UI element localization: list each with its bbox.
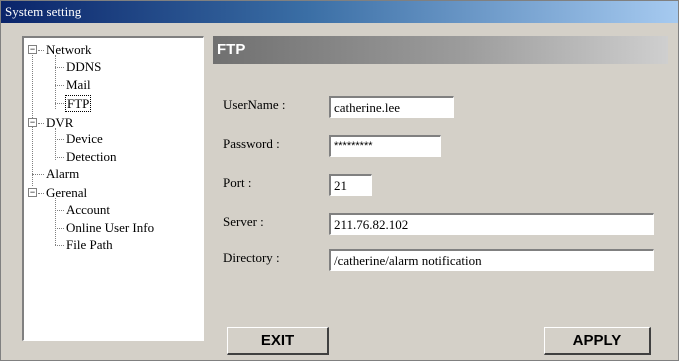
dvr-branch-line [55, 128, 56, 160]
dvr-expander-icon[interactable]: − [28, 118, 37, 127]
tree-node-general[interactable]: Gerenal [46, 185, 87, 200]
tree-node-mail[interactable]: Mail [66, 77, 91, 92]
port-label: Port : [223, 175, 252, 190]
general-branch-line [55, 198, 56, 245]
panel-title: FTP [217, 41, 246, 58]
tree-connector [55, 85, 64, 86]
network-branch-line [55, 55, 56, 109]
tree-node-network[interactable]: Network [46, 42, 92, 57]
tree-connector [55, 228, 64, 229]
settings-tree: − Network DDNS Mail FTP − DVR Device Det… [22, 36, 204, 341]
username-field[interactable]: catherine.lee [329, 96, 454, 118]
tree-node-file-path[interactable]: File Path [66, 237, 113, 252]
network-expander-icon[interactable]: − [28, 45, 37, 54]
tree-connector [55, 245, 64, 246]
tree-node-online-user-info[interactable]: Online User Info [66, 220, 154, 235]
tree-connector [55, 157, 64, 158]
ftp-panel-header: FTP [213, 36, 668, 64]
tree-connector [55, 67, 64, 68]
general-expander-icon[interactable]: − [28, 188, 37, 197]
tree-connector [32, 174, 44, 175]
tree-node-alarm[interactable]: Alarm [46, 166, 79, 181]
server-label: Server : [223, 214, 264, 229]
tree-connector [55, 139, 64, 140]
port-field[interactable]: 21 [329, 174, 372, 196]
username-label: UserName : [223, 97, 286, 112]
apply-button[interactable]: APPLY [544, 327, 651, 355]
directory-field[interactable]: /catherine/alarm notification [329, 249, 654, 271]
window-title: System setting [5, 4, 82, 19]
tree-connector [55, 103, 64, 104]
tree-node-account[interactable]: Account [66, 202, 110, 217]
tree-node-ddns[interactable]: DDNS [66, 59, 101, 74]
password-field[interactable]: ********* [329, 135, 441, 157]
title-bar[interactable]: System setting [1, 1, 678, 23]
tree-connector [38, 193, 44, 194]
tree-connector [38, 123, 44, 124]
tree-node-detection[interactable]: Detection [66, 149, 117, 164]
tree-node-ftp[interactable]: FTP [65, 95, 92, 112]
ftp-panel: FTP UserName : catherine.lee Password : … [213, 36, 668, 355]
password-label: Password : [223, 136, 280, 151]
server-field[interactable]: 211.76.82.102 [329, 213, 654, 235]
tree-connector [55, 210, 64, 211]
exit-button[interactable]: EXIT [227, 327, 329, 355]
tree-node-dvr[interactable]: DVR [46, 115, 73, 130]
tree-node-device[interactable]: Device [66, 131, 103, 146]
directory-label: Directory : [223, 250, 280, 265]
tree-connector [38, 50, 44, 51]
system-setting-window: System setting − Network DDNS Mail FTP −… [0, 0, 679, 361]
